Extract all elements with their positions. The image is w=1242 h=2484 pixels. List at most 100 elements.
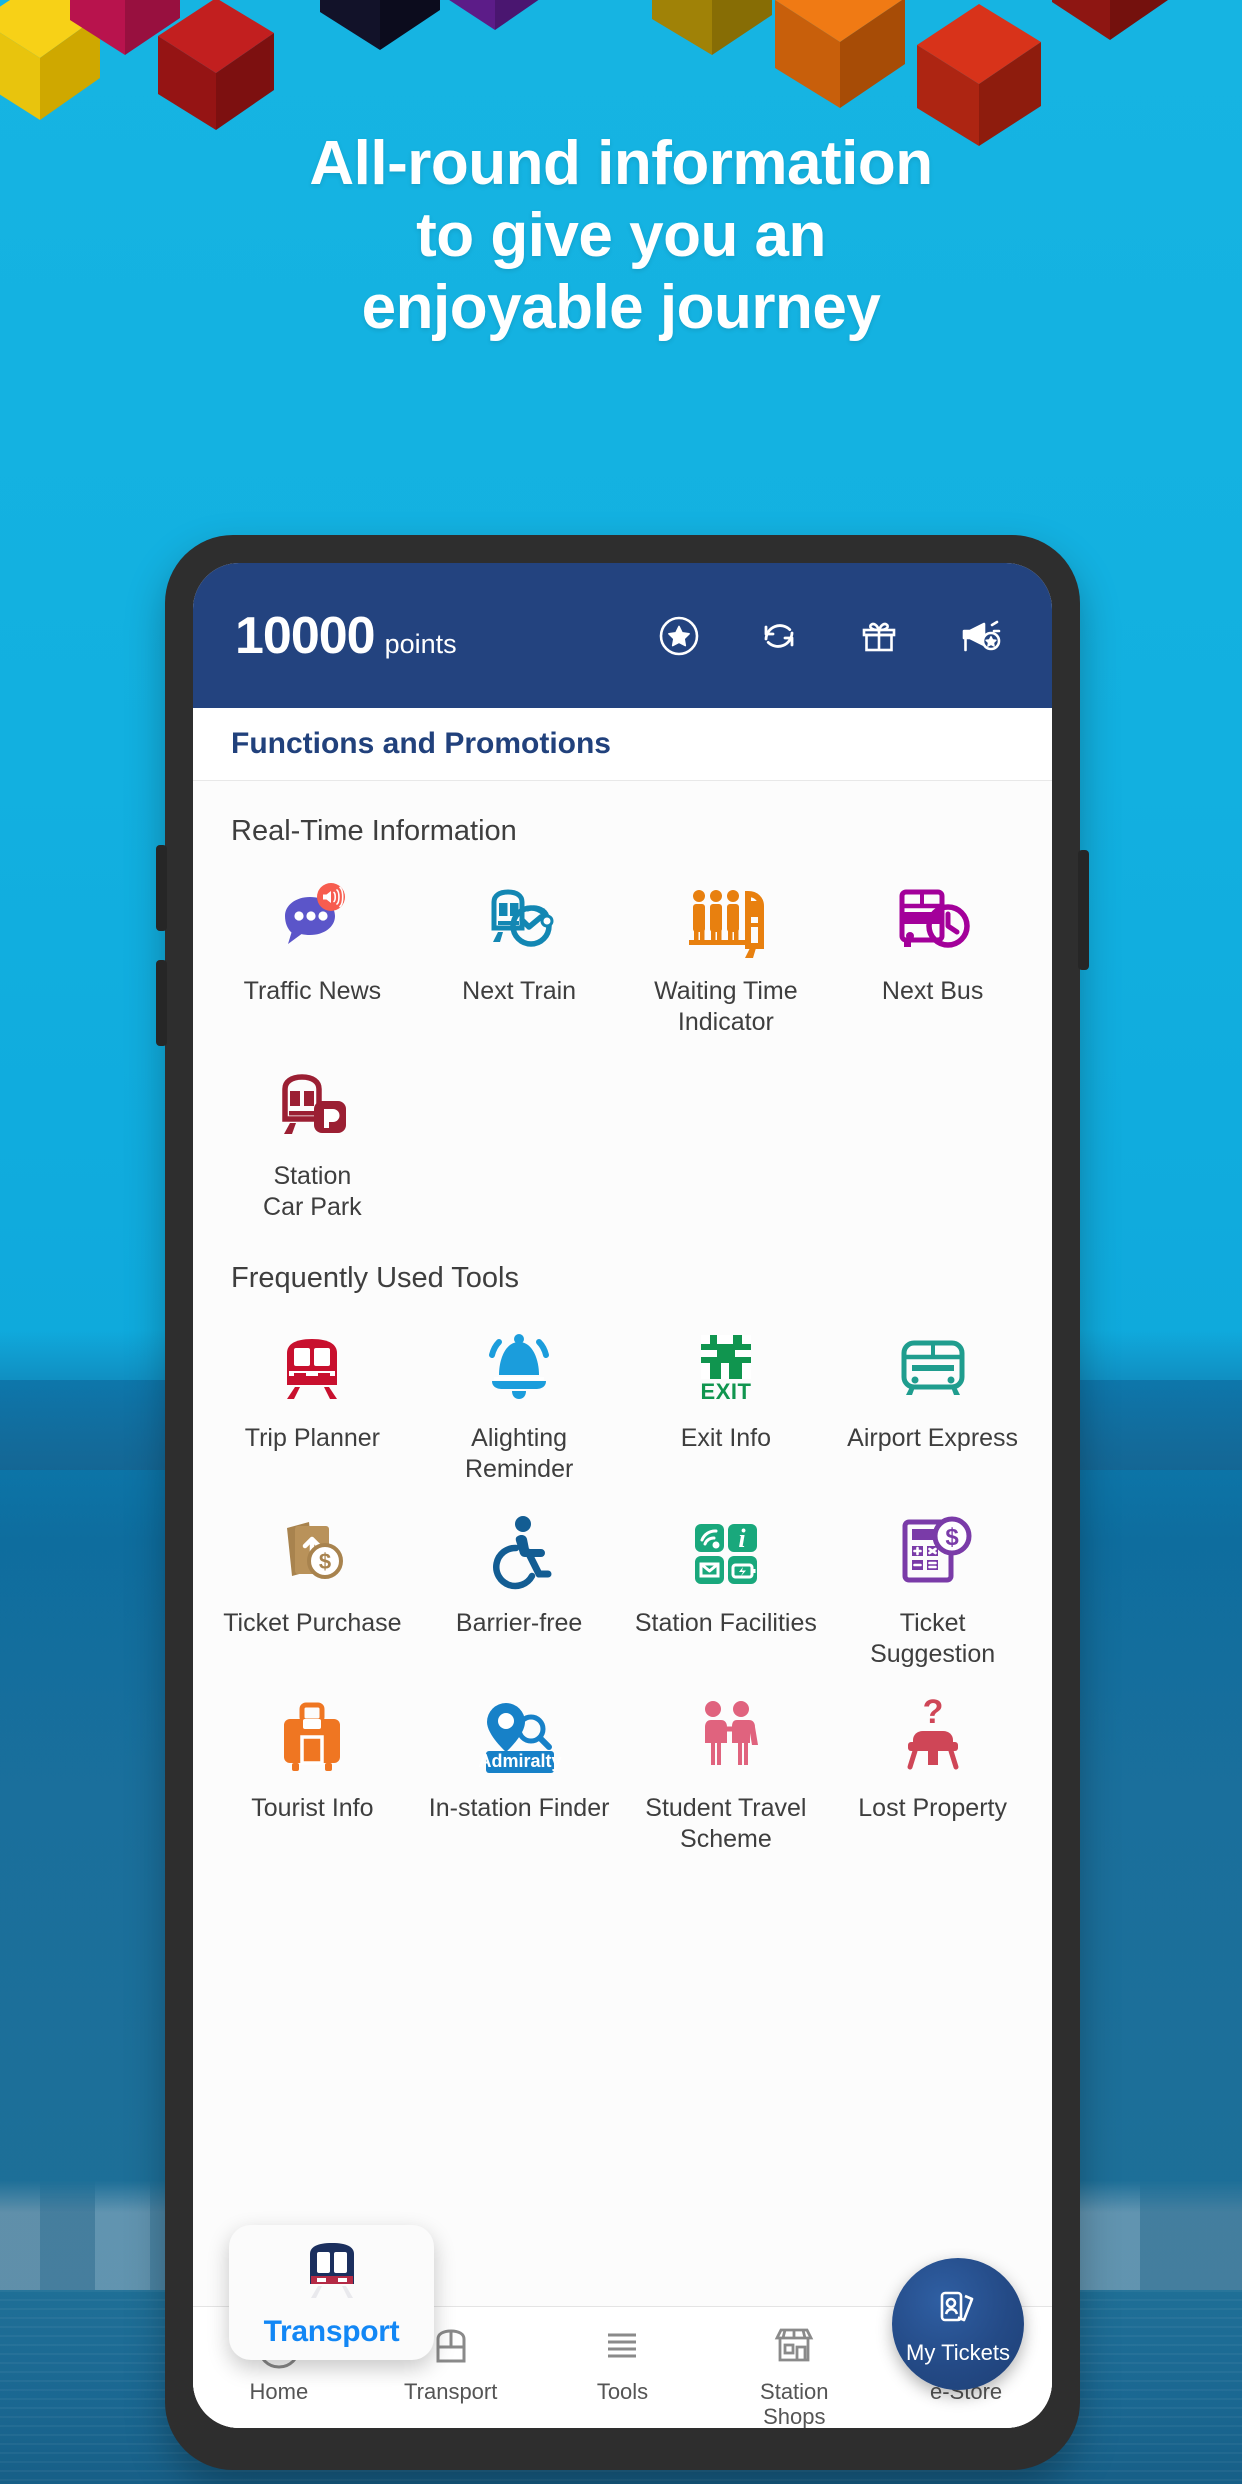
svg-text:EXIT: EXIT bbox=[700, 1379, 751, 1404]
exit-info-icon: EXIT bbox=[683, 1323, 769, 1409]
tile-airport-express[interactable]: Airport Express bbox=[829, 1305, 1036, 1490]
tile-ticket-purchase[interactable]: $ Ticket Purchase bbox=[209, 1490, 416, 1675]
lost-property-icon: ? bbox=[890, 1693, 976, 1779]
tile-empty bbox=[829, 1043, 1036, 1228]
tourist-info-icon bbox=[269, 1693, 355, 1779]
nav-item-station-shops[interactable]: Station Shops bbox=[708, 2321, 880, 2428]
svg-text:?: ? bbox=[922, 1693, 943, 1731]
tile-label: Waiting Time Indicator bbox=[654, 977, 798, 1036]
decorative-cube-crimson bbox=[1040, 0, 1205, 55]
station-car-park-icon bbox=[269, 1061, 355, 1147]
app-header: 10000 points bbox=[193, 563, 1052, 708]
nav-item-label: Tools bbox=[596, 2379, 649, 2404]
transport-popup-label: Transport bbox=[263, 2315, 400, 2348]
section-title-frequently-used: Frequently Used Tools bbox=[231, 1262, 520, 1294]
decorative-cube-darkred bbox=[148, 0, 308, 138]
points-value: 10000 bbox=[235, 606, 376, 665]
student-travel-icon bbox=[683, 1693, 769, 1779]
tile-label: Exit Info bbox=[680, 1424, 772, 1452]
tile-label: Trip Planner bbox=[244, 1424, 380, 1452]
next-bus-icon bbox=[890, 876, 976, 962]
tile-empty bbox=[416, 1043, 623, 1228]
tile-label: Station Car Park bbox=[263, 1162, 362, 1221]
tile-label: Student Travel Scheme bbox=[645, 1794, 807, 1853]
star-circle-icon[interactable] bbox=[656, 613, 702, 659]
svg-text:$: $ bbox=[319, 1549, 331, 1574]
station-facilities-icon: i bbox=[683, 1508, 769, 1594]
tile-lost-property[interactable]: ? Lost Property bbox=[829, 1675, 1036, 1860]
tile-alighting-reminder[interactable]: Alighting Reminder bbox=[416, 1305, 623, 1490]
ticket-suggestion-icon: $ bbox=[890, 1508, 976, 1594]
nav-item-label: Transport bbox=[404, 2379, 498, 2404]
headline-line-2: to give you an bbox=[416, 200, 826, 270]
tile-next-train[interactable]: Next Train bbox=[416, 858, 623, 1043]
waiting-time-icon bbox=[683, 876, 769, 962]
train-front-filled-icon bbox=[292, 2236, 372, 2313]
tile-label: Tourist Info bbox=[251, 1794, 374, 1822]
tile-label: Station Facilities bbox=[634, 1609, 817, 1637]
tile-traffic-news[interactable]: Traffic News bbox=[209, 858, 416, 1043]
my-tickets-button[interactable]: My Tickets bbox=[892, 2258, 1024, 2390]
tile-student-travel-scheme[interactable]: Student Travel Scheme bbox=[623, 1675, 830, 1860]
decorative-cube-purple bbox=[430, 0, 580, 40]
points-display[interactable]: 10000 points bbox=[235, 606, 656, 666]
tile-station-car-park[interactable]: Station Car Park bbox=[209, 1043, 416, 1228]
phone-mockup: 10000 points Functions and Promotions Re… bbox=[156, 535, 1089, 2484]
headline-line-1: All-round information bbox=[309, 129, 933, 198]
tile-next-bus[interactable]: Next Bus bbox=[829, 858, 1036, 1043]
tile-label: Next Bus bbox=[881, 977, 984, 1005]
header-icon-group bbox=[656, 613, 1010, 659]
tile-label: Lost Property bbox=[858, 1794, 1007, 1822]
in-station-finder-badge-label: Admiralty bbox=[479, 1751, 562, 1771]
headline-line-3: enjoyable journey bbox=[361, 272, 881, 342]
megaphone-star-icon[interactable] bbox=[956, 613, 1004, 659]
tile-label: Next Train bbox=[462, 977, 577, 1005]
nav-item-label: Home bbox=[249, 2379, 309, 2404]
nav-item-tools[interactable]: Tools bbox=[537, 2321, 709, 2404]
transport-active-popup[interactable]: Transport bbox=[229, 2225, 434, 2360]
real-time-grid: Traffic News Next Train Waiting Time Ind… bbox=[193, 858, 1052, 1228]
tile-exit-info[interactable]: EXIT Exit Info bbox=[623, 1305, 830, 1490]
alighting-reminder-icon bbox=[476, 1323, 562, 1409]
tickets-icon bbox=[934, 2283, 982, 2336]
tools-icon bbox=[596, 2321, 648, 2373]
phone-power-button[interactable] bbox=[1078, 850, 1089, 970]
tile-empty bbox=[623, 1043, 830, 1228]
tile-in-station-finder[interactable]: Admiralty In-station Finder bbox=[416, 1675, 623, 1860]
tile-waiting-time-indicator[interactable]: Waiting Time Indicator bbox=[623, 858, 830, 1043]
tile-label: Traffic News bbox=[243, 977, 382, 1005]
phone-screen: 10000 points Functions and Promotions Re… bbox=[193, 563, 1052, 2428]
airport-express-icon bbox=[890, 1323, 976, 1409]
tile-label: Airport Express bbox=[847, 1424, 1019, 1452]
shop-icon bbox=[768, 2321, 820, 2373]
page-title: Functions and Promotions bbox=[231, 727, 611, 760]
next-train-icon bbox=[476, 876, 562, 962]
content-scroll-area[interactable]: Real-Time Information Traffic News Next … bbox=[193, 781, 1052, 2428]
tile-label: Ticket Purchase bbox=[223, 1609, 402, 1637]
svg-text:$: $ bbox=[945, 1524, 959, 1551]
tile-label: Alighting Reminder bbox=[464, 1424, 574, 1483]
trip-planner-icon bbox=[269, 1323, 355, 1409]
promo-headline: All-round information to give you an enj… bbox=[0, 128, 1242, 344]
in-station-finder-icon: Admiralty bbox=[464, 1693, 574, 1779]
tile-barrier-free[interactable]: Barrier-free bbox=[416, 1490, 623, 1675]
tile-label: Barrier-free bbox=[455, 1609, 583, 1637]
tile-label: Ticket Suggestion bbox=[870, 1609, 996, 1668]
tile-ticket-suggestion[interactable]: $ Ticket Suggestion bbox=[829, 1490, 1036, 1675]
frequently-used-grid: Trip Planner Alighting Reminder EXIT Exi… bbox=[193, 1305, 1052, 1860]
barrier-free-icon bbox=[476, 1508, 562, 1594]
phone-volume-up-button[interactable] bbox=[156, 845, 167, 931]
gift-icon[interactable] bbox=[856, 613, 902, 659]
nav-item-label: Station Shops bbox=[760, 2379, 829, 2428]
refresh-icon[interactable] bbox=[756, 613, 802, 659]
points-label: points bbox=[384, 628, 457, 659]
traffic-news-icon bbox=[269, 876, 355, 962]
my-tickets-label: My Tickets bbox=[906, 2339, 1010, 2365]
tile-trip-planner[interactable]: Trip Planner bbox=[209, 1305, 416, 1490]
tile-station-facilities[interactable]: i Station Facilities bbox=[623, 1490, 830, 1675]
tile-label: In-station Finder bbox=[428, 1794, 610, 1822]
ticket-purchase-icon: $ bbox=[269, 1508, 355, 1594]
tile-tourist-info[interactable]: Tourist Info bbox=[209, 1675, 416, 1860]
section-title-real-time: Real-Time Information bbox=[231, 815, 517, 847]
phone-volume-down-button[interactable] bbox=[156, 960, 167, 1046]
